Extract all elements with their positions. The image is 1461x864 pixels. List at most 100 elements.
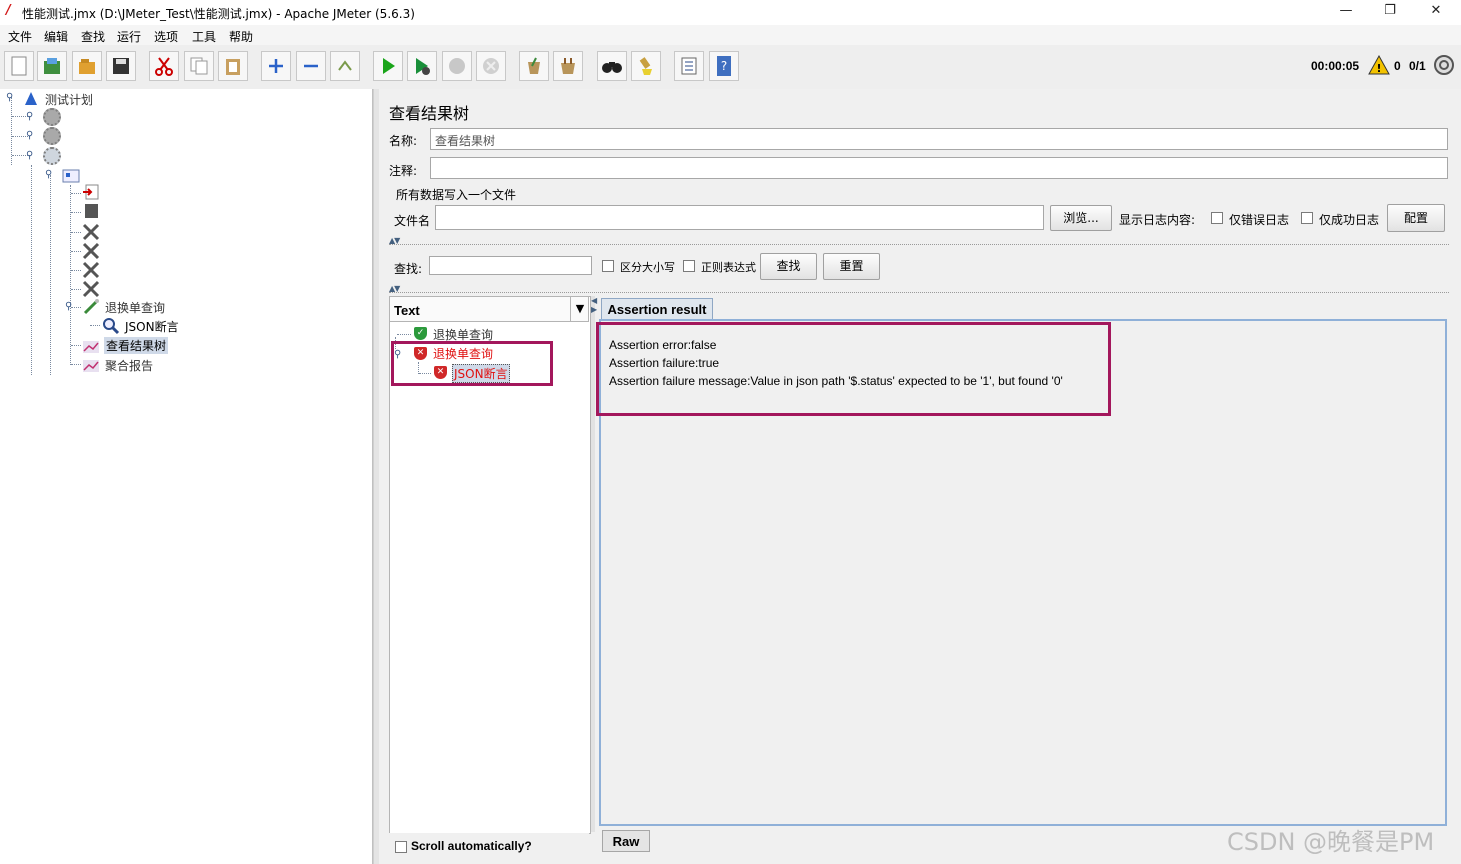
success-only-checkbox[interactable]: [1301, 212, 1313, 224]
name-label: 名称:: [389, 134, 418, 148]
config-button[interactable]: 配置: [1387, 204, 1445, 232]
clear-all-icon[interactable]: [553, 51, 583, 81]
errors-only-checkbox[interactable]: [1211, 212, 1223, 224]
menu-search[interactable]: 查找: [81, 28, 105, 45]
collapse-icon[interactable]: [296, 51, 326, 81]
new-icon[interactable]: [4, 51, 34, 81]
test-plan-tree: ⚲ 测试计划 ⚲ ⚲ ⚲ ⚲ ⚲ 退换单查询 JSON断言 查看结果树 聚合报告: [0, 89, 373, 864]
listener-icon[interactable]: [82, 357, 100, 376]
expand-handle-icon[interactable]: ⚲: [26, 130, 33, 141]
toggle-icon[interactable]: [330, 51, 360, 81]
search-field[interactable]: [429, 256, 592, 275]
window-title: 性能测试.jmx (D:\JMeter_Test\性能测试.jmx) - Apa…: [22, 7, 415, 21]
split-arrows-icon[interactable]: ▲▼: [389, 284, 400, 293]
success-only-label: 仅成功日志: [1319, 213, 1380, 227]
expand-handle-icon[interactable]: ⚲: [45, 169, 52, 180]
http-header-icon[interactable]: [82, 184, 100, 203]
tree-item-sampler[interactable]: 退换单查询: [105, 299, 165, 316]
menu-bar: 文件 编辑 查找 运行 选项 工具 帮助: [0, 25, 1461, 45]
save-icon[interactable]: [106, 51, 136, 81]
assertion-icon[interactable]: [102, 317, 120, 338]
tree-item-assertion[interactable]: JSON断言: [125, 318, 179, 335]
menu-edit[interactable]: 编辑: [44, 28, 68, 45]
tool-icon[interactable]: [82, 261, 100, 282]
browse-button[interactable]: 浏览...: [1050, 205, 1112, 231]
case-sensitive-checkbox[interactable]: [602, 260, 614, 272]
tool-icon[interactable]: [82, 242, 100, 263]
chevron-down-icon[interactable]: ▼: [570, 297, 589, 321]
menu-options[interactable]: 选项: [154, 28, 178, 45]
controller-icon[interactable]: [62, 168, 80, 187]
expand-handle-icon[interactable]: ⚲: [65, 301, 72, 312]
start-icon[interactable]: [373, 51, 403, 81]
scroll-auto-checkbox[interactable]: [395, 841, 407, 853]
success-shield-icon: ✓: [414, 327, 427, 340]
config-element-icon[interactable]: [82, 203, 100, 222]
minimize-button[interactable]: —: [1336, 3, 1356, 18]
tree-root-label[interactable]: 测试计划: [45, 91, 93, 108]
title-bar: / 性能测试.jmx (D:\JMeter_Test\性能测试.jmx) - A…: [0, 0, 1461, 25]
reset-search-icon[interactable]: [631, 51, 661, 81]
tab-assertion-result[interactable]: Assertion result: [601, 298, 713, 320]
expand-icon[interactable]: [261, 51, 291, 81]
tool-icon[interactable]: [82, 223, 100, 244]
thread-group-icon[interactable]: [43, 108, 61, 126]
remote-status-icon[interactable]: [1433, 54, 1455, 79]
templates-icon[interactable]: [37, 51, 67, 81]
elapsed-timer: 00:00:05: [1311, 59, 1360, 73]
search-label: 查找:: [394, 262, 423, 276]
tree-item-aggregate-report[interactable]: 聚合报告: [105, 357, 153, 374]
svg-text:!: !: [1376, 62, 1381, 75]
comment-label: 注释:: [389, 164, 418, 178]
scroll-auto-label: Scroll automatically?: [411, 839, 532, 853]
name-field[interactable]: 查看结果树: [430, 128, 1448, 150]
highlight-box: [391, 341, 553, 386]
split-arrows-icon[interactable]: ▲▼: [389, 236, 400, 245]
thread-group-icon[interactable]: [43, 127, 61, 145]
menu-file[interactable]: 文件: [8, 28, 32, 45]
split-arrows-icon[interactable]: ◀ ▶: [591, 296, 597, 314]
warning-icon[interactable]: !: [1368, 54, 1390, 78]
reset-button[interactable]: 重置: [823, 253, 880, 280]
menu-run[interactable]: 运行: [117, 28, 141, 45]
scroll-auto-row: Scroll automatically?: [389, 833, 589, 861]
filename-label: 文件名: [394, 214, 431, 228]
renderer-value: Text: [394, 303, 420, 318]
clear-icon[interactable]: [519, 51, 549, 81]
paste-icon[interactable]: [218, 51, 248, 81]
function-helper-icon[interactable]: [674, 51, 704, 81]
start-no-pause-icon[interactable]: [407, 51, 437, 81]
errors-only-label: 仅错误日志: [1229, 213, 1290, 227]
renderer-select[interactable]: Text ▼: [389, 296, 589, 322]
expand-handle-icon[interactable]: ⚲: [6, 92, 13, 103]
tab-raw[interactable]: Raw: [602, 830, 650, 852]
open-icon[interactable]: [72, 51, 102, 81]
cut-icon[interactable]: [149, 51, 179, 81]
stop-icon[interactable]: [442, 51, 472, 81]
close-button[interactable]: ✕: [1426, 3, 1446, 18]
thread-group-icon[interactable]: [43, 147, 61, 165]
comment-field[interactable]: [430, 157, 1448, 179]
regex-label: 正则表达式: [701, 261, 756, 274]
restore-button[interactable]: ❐: [1380, 3, 1400, 18]
help-icon[interactable]: ?: [709, 51, 739, 81]
inner-splitter[interactable]: [591, 296, 595, 832]
menu-help[interactable]: 帮助: [229, 28, 253, 45]
highlight-box: [596, 322, 1111, 416]
shutdown-icon[interactable]: [476, 51, 506, 81]
search-icon[interactable]: [597, 51, 627, 81]
sampler-icon[interactable]: [82, 298, 100, 319]
expand-handle-icon[interactable]: ⚲: [26, 111, 33, 122]
filename-field[interactable]: [435, 205, 1044, 230]
expand-handle-icon[interactable]: ⚲: [26, 150, 33, 161]
test-plan-icon: [24, 91, 38, 110]
copy-icon[interactable]: [184, 51, 214, 81]
listener-icon[interactable]: [82, 338, 100, 357]
regex-checkbox[interactable]: [683, 260, 695, 272]
menu-tools[interactable]: 工具: [192, 28, 216, 45]
find-button[interactable]: 查找: [760, 253, 817, 280]
tree-item-results-tree[interactable]: 查看结果树: [104, 337, 169, 354]
log-label: 显示日志内容:: [1119, 213, 1196, 227]
case-sensitive-label: 区分大小写: [620, 261, 675, 274]
page-title: 查看结果树: [389, 104, 470, 123]
